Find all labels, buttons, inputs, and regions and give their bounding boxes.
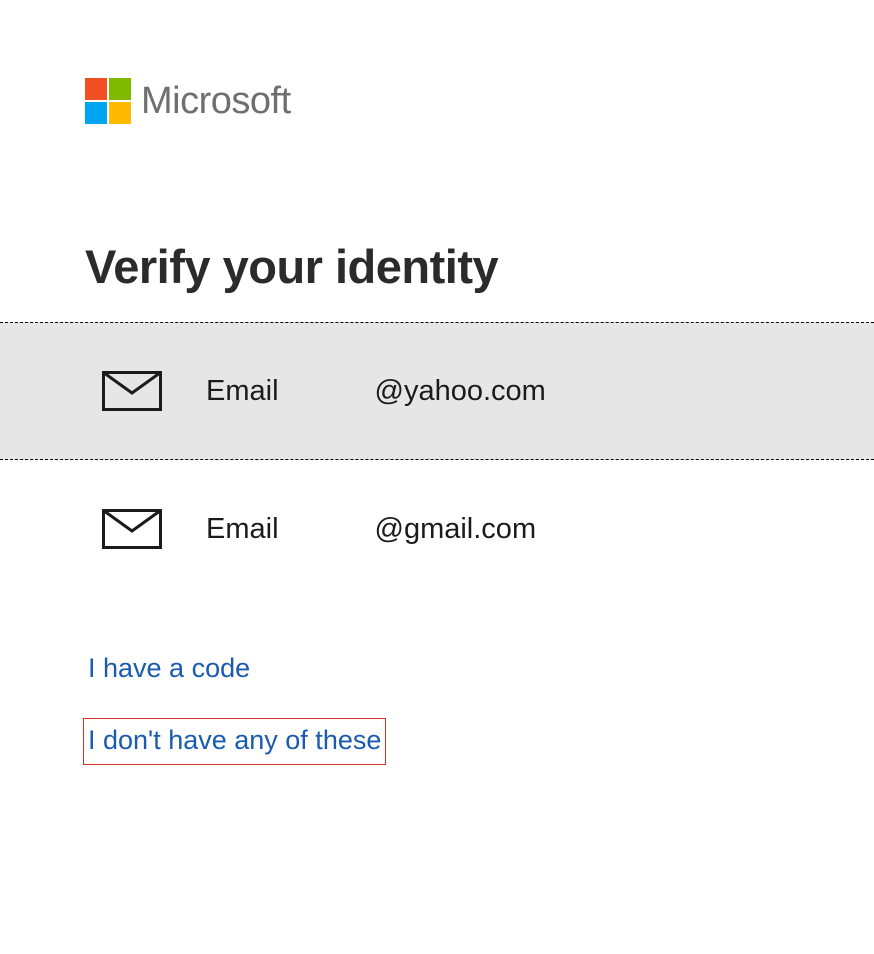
option-value: @gmail.com (375, 513, 537, 546)
header: Microsoft (0, 0, 874, 124)
option-value: @yahoo.com (375, 375, 546, 408)
have-code-link[interactable]: I have a code (88, 653, 250, 684)
verify-option-gmail[interactable]: Email @gmail.com (0, 460, 874, 598)
none-of-these-link[interactable]: I don't have any of these (83, 718, 386, 765)
envelope-icon (102, 509, 162, 549)
page-title: Verify your identity (0, 124, 874, 294)
envelope-icon (102, 371, 162, 411)
option-label: Email (206, 513, 279, 546)
option-label: Email (206, 375, 279, 408)
microsoft-logo-icon (85, 78, 131, 124)
links-section: I have a code I don't have any of these (0, 598, 874, 799)
brand-name: Microsoft (141, 80, 291, 123)
verify-option-yahoo[interactable]: Email @yahoo.com (0, 322, 874, 460)
